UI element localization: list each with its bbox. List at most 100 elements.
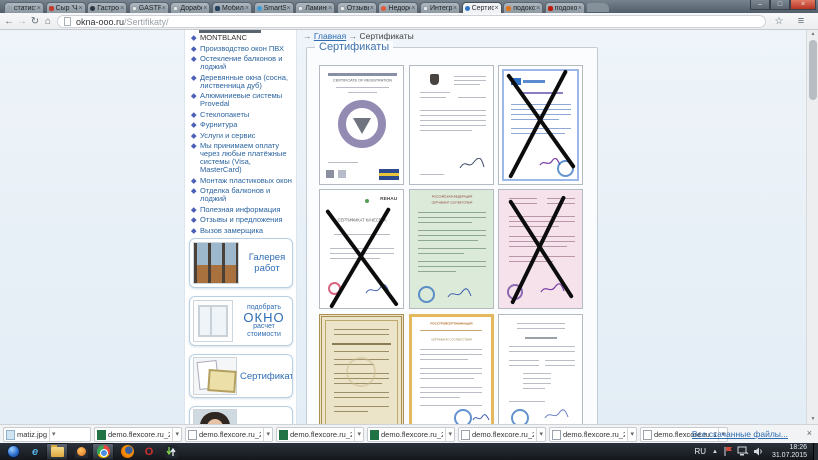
certificate-rehau-quality[interactable]: REHAU СЕРТИФИКАТ КАЧЕСТВА	[319, 189, 404, 309]
sidebar-item-oplata[interactable]: Мы принимаем оплату через любые платёжны…	[191, 142, 293, 174]
taskbar-internet-explorer[interactable]: e	[24, 443, 46, 460]
sidebar-item-poleznaya-informaciya[interactable]: Полезная информация	[191, 206, 293, 214]
tab-statistika[interactable]: статистика×	[4, 2, 44, 13]
address-bar[interactable]: okna-ooo.ru/Sertifikaty/	[57, 15, 766, 28]
maximize-button[interactable]: □	[770, 0, 790, 10]
download-item-html-2[interactable]: demo.flexcore.ru_2...html▾	[458, 427, 546, 442]
minimize-button[interactable]: –	[750, 0, 770, 10]
sidebar-item-montblanc[interactable]: MONTBLANC	[191, 34, 293, 42]
gallery-widget[interactable]: Галерея работ	[189, 238, 293, 288]
window-calculator-widget[interactable]: подобрать ОКНО расчет стоимости	[189, 296, 293, 346]
download-item-csv-2[interactable]: demo.flexcore.ru_29....csv▾	[276, 427, 364, 442]
certificate-attachment[interactable]	[498, 314, 583, 424]
show-desktop-button[interactable]	[813, 443, 818, 460]
download-item-matiz[interactable]: matiz.jpg▾	[3, 427, 91, 442]
tab-close-icon[interactable]: ×	[287, 5, 291, 12]
tab-close-icon[interactable]: ×	[120, 5, 124, 12]
tab-close-icon[interactable]: ×	[328, 5, 332, 12]
online-consultant-widget[interactable]: ONLINE	[189, 406, 293, 424]
download-item-html-3[interactable]: demo.flexcore.ru_2...html▾	[549, 427, 637, 442]
menu-icon[interactable]: ≡	[794, 15, 808, 28]
tab-close-icon[interactable]: ×	[162, 5, 166, 12]
volume-icon[interactable]	[753, 446, 764, 457]
certificate-crossed-blue[interactable]	[498, 65, 583, 185]
reload-icon[interactable]: ↻	[28, 15, 42, 28]
download-caret-icon[interactable]: ▾	[49, 428, 56, 441]
download-caret-icon[interactable]: ▾	[536, 428, 543, 441]
sidebar-item-montazh[interactable]: Монтаж пластиковых окон	[191, 177, 293, 185]
tab-podokonniki-1[interactable]: подоконни×	[503, 2, 543, 13]
tab-close-icon[interactable]: ×	[203, 5, 207, 12]
sidebar-item-derevyannye-okna[interactable]: Деревянные окна (сосна, лиственница дуб)	[191, 74, 293, 90]
forward-icon[interactable]: →	[15, 15, 29, 28]
back-icon[interactable]: ←	[2, 15, 16, 28]
tab-gastronom[interactable]: Гастроном×	[87, 2, 127, 13]
network-icon[interactable]	[737, 446, 749, 457]
download-caret-icon[interactable]: ▾	[627, 428, 634, 441]
tab-close-icon[interactable]: ×	[495, 5, 499, 12]
download-caret-icon[interactable]: ▾	[445, 428, 452, 441]
download-item-csv-3[interactable]: demo.flexcore.ru_29....csv▾	[367, 427, 455, 442]
tab-close-icon[interactable]: ×	[453, 5, 457, 12]
tab-integracii[interactable]: Интеграци×	[420, 2, 460, 13]
sidebar-item-provedal[interactable]: Алюминиевые системы Provedal	[191, 92, 293, 108]
tab-close-icon[interactable]: ×	[370, 5, 374, 12]
tab-close-icon[interactable]: ×	[578, 5, 582, 12]
tab-nedorogie[interactable]: Недорогие×	[378, 2, 418, 13]
certificate-crossed-pink[interactable]	[498, 189, 583, 309]
scrollbar-thumb[interactable]	[809, 40, 817, 100]
language-indicator[interactable]: RU	[694, 447, 706, 456]
sidebar-item-otzyvy[interactable]: Отзывы и предложения	[191, 216, 293, 224]
home-icon[interactable]: ⌂	[41, 15, 55, 28]
download-caret-icon[interactable]: ▾	[172, 428, 179, 441]
tab-close-icon[interactable]: ×	[37, 5, 41, 12]
new-tab-button[interactable]	[587, 3, 609, 12]
taskbar-media-player[interactable]	[70, 443, 92, 460]
tab-podokonniki-2[interactable]: подоконни×	[545, 2, 585, 13]
clock[interactable]: 18:26 31.07.2015	[772, 444, 807, 460]
tab-dorabotki[interactable]: Доработки×	[170, 2, 210, 13]
tab-mobilnyy[interactable]: Мобильный×	[212, 2, 252, 13]
tab-otzyvy[interactable]: Отзывы×	[337, 2, 377, 13]
scroll-up-icon[interactable]: ▲	[807, 30, 818, 39]
action-center-flag-icon[interactable]	[723, 446, 733, 457]
hidden-icons-chevron[interactable]: ▲	[712, 449, 718, 455]
bookmark-star-icon[interactable]: ☆	[772, 15, 786, 28]
tab-gastrono[interactable]: GASTRONO×	[129, 2, 169, 13]
tab-syr-chanah[interactable]: Сыр 'Чанах'×	[46, 2, 86, 13]
sidebar-item-otdelka[interactable]: Отделка балконов и лоджий	[191, 187, 293, 203]
tab-close-icon[interactable]: ×	[79, 5, 83, 12]
taskbar-firefox[interactable]	[116, 443, 138, 460]
sidebar-item-osteklenie[interactable]: Остекление балконов и лоджий	[191, 55, 293, 71]
certificate-bsi-registration[interactable]: CERTIFICATE OF REGISTRATION	[319, 65, 404, 185]
sidebar-item-uslugi[interactable]: Услуги и сервис	[191, 132, 293, 140]
download-item-html-1[interactable]: demo.flexcore.ru_2...html▾	[185, 427, 273, 442]
certificate-rosstroy[interactable]: РОССТРОЙСЕРТИФИКАЦИЯ СЕРТИФИКАТ СООТВЕТС…	[409, 314, 494, 424]
download-item-csv-1[interactable]: demo.flexcore.ru_29....csv▾	[94, 427, 182, 442]
sidebar-item-vyzov-zamershika[interactable]: Вызов замерщика	[191, 227, 293, 235]
tab-close-icon[interactable]: ×	[245, 5, 249, 12]
scroll-down-icon[interactable]: ▼	[807, 415, 818, 424]
sidebar-item-steklopakety[interactable]: Стеклопакеты	[191, 111, 293, 119]
taskbar-download-manager[interactable]	[160, 443, 182, 460]
certificates-widget[interactable]: Сертификаты	[189, 354, 293, 398]
vertical-scrollbar[interactable]: ▲ ▼	[806, 30, 818, 424]
sidebar-item-proizvodstvo-pvh[interactable]: Производство окон ПВХ	[191, 45, 293, 53]
tab-close-icon[interactable]: ×	[411, 5, 415, 12]
tab-laminirovanie[interactable]: Ламиниро×	[295, 2, 335, 13]
tab-sertifikaty-active[interactable]: Сертифика×	[462, 2, 502, 13]
download-caret-icon[interactable]: ▾	[354, 428, 361, 441]
tab-close-icon[interactable]: ×	[536, 5, 540, 12]
start-button[interactable]	[2, 443, 24, 460]
sidebar-item-furnitura[interactable]: Фурнитура	[191, 121, 293, 129]
taskbar-windows-explorer[interactable]	[46, 443, 68, 460]
breadcrumb-home-link[interactable]: Главная	[314, 31, 346, 41]
close-button[interactable]: ×	[790, 0, 816, 10]
taskbar-opera[interactable]: O	[138, 443, 160, 460]
tab-smartsolutions[interactable]: SmartSoluti×	[254, 2, 294, 13]
show-all-downloads-link[interactable]: Все скачанные файлы...	[692, 429, 788, 439]
close-shelf-icon[interactable]: ×	[807, 428, 812, 438]
download-caret-icon[interactable]: ▾	[263, 428, 270, 441]
certificate-gosstroy-letter[interactable]	[409, 65, 494, 185]
taskbar-chrome[interactable]	[92, 443, 114, 460]
